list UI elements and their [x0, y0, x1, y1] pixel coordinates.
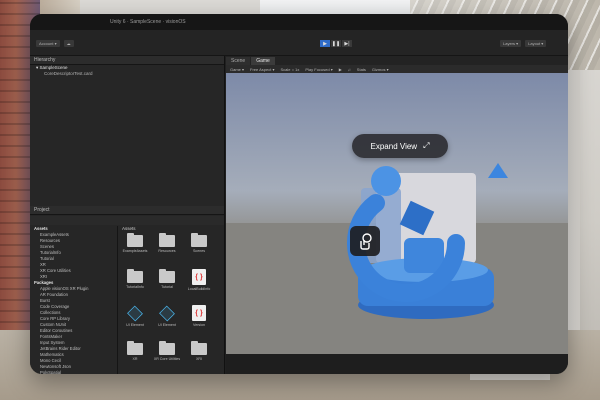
folder-icon: [127, 233, 143, 247]
asset-item[interactable]: XR: [122, 340, 148, 370]
asset-label: ExampleAssets: [122, 249, 148, 253]
unity-editor-window[interactable]: Unity 6 · SampleScene · visionOS Account…: [30, 14, 568, 374]
pause-button[interactable]: ❚❚: [331, 40, 341, 47]
asset-item[interactable]: Scenes: [186, 232, 212, 262]
editor-footer: [226, 354, 568, 374]
layers-dropdown[interactable]: Layers ▾: [500, 40, 522, 47]
hierarchy-row-label: SampleScene: [39, 65, 68, 70]
asset-label: Resources: [158, 249, 176, 253]
asset-grid-breadcrumb: Assets: [122, 226, 136, 231]
asset-item[interactable]: { } Version: [186, 304, 212, 334]
game-toolbar-control[interactable]: Gizmos ▾: [372, 67, 389, 72]
json-file-icon: { }: [192, 269, 206, 285]
tab-game[interactable]: Game: [251, 57, 275, 65]
asset-item[interactable]: Resources: [154, 232, 180, 262]
asset-item[interactable]: Tutorial: [154, 268, 180, 298]
cloud-icon[interactable]: ☁: [63, 40, 74, 47]
game-view-viewport[interactable]: [226, 73, 568, 354]
asset-item[interactable]: ExampleAssets: [122, 232, 148, 262]
layout-dropdown[interactable]: Layout ▾: [525, 40, 547, 47]
expand-view-label: Expand View: [370, 141, 418, 151]
game-toolbar-control[interactable]: ▶: [339, 67, 342, 72]
game-view-toolbar: Game ▾ Free Aspect ▾ Scale ○ 1x Play Focuse…: [226, 65, 568, 73]
game-toolbar-control[interactable]: Play Focused ▾: [305, 67, 332, 72]
asset-item[interactable]: UI Element: [154, 304, 180, 334]
pointer-hand-icon: [360, 233, 372, 250]
toolbar-left-group: Account ▾ ☁: [36, 40, 74, 47]
step-button[interactable]: ▶|: [342, 40, 352, 47]
folder-icon: [159, 233, 175, 247]
asset-label: Version: [193, 323, 205, 327]
project-tree-item[interactable]: PolySpatial: [30, 370, 117, 374]
window-title: Unity 6 · SampleScene · visionOS: [110, 19, 186, 25]
game-toolbar-control[interactable]: Game ▾: [230, 67, 244, 72]
folder-icon: [159, 269, 175, 283]
asset-item[interactable]: { } LocalBuildInfo: [186, 268, 212, 298]
hierarchy-row[interactable]: CoreDescriptorTest.card: [30, 71, 224, 77]
project-header[interactable]: Project: [30, 206, 224, 215]
game-toolbar-control[interactable]: Scale ○ 1x: [280, 67, 299, 72]
play-controls: ▶ ❚❚ ▶|: [320, 40, 352, 47]
folder-icon: [127, 341, 143, 355]
asset-label: UI Element: [126, 323, 144, 327]
hover-hand-badge[interactable]: [350, 226, 380, 256]
asset-item[interactable]: XRI: [186, 340, 212, 370]
project-panel[interactable]: Project Assets ExampleAssets Resources Scen…: [30, 206, 225, 374]
play-icon: ▶: [323, 40, 327, 47]
game-toolbar-control[interactable]: Free Aspect ▾: [250, 67, 274, 72]
hierarchy-panel[interactable]: Hierarchy ▾ SampleScene CoreDescriptorTe…: [30, 56, 225, 206]
toolbar-right-group: Layers ▾ Layout ▾: [500, 40, 547, 47]
sphere-shape: [371, 166, 401, 196]
game-toolbar-control[interactable]: Stats: [357, 67, 366, 72]
project-title: Project: [34, 207, 50, 213]
asset-item[interactable]: XR Core Utilities: [154, 340, 180, 370]
asset-label: LocalBuildInfo: [187, 287, 211, 291]
project-toolbar: [30, 216, 224, 225]
title-bar[interactable]: Unity 6 · SampleScene · visionOS: [30, 14, 568, 30]
asset-label: XRI: [196, 357, 202, 361]
hierarchy-header[interactable]: Hierarchy: [30, 56, 224, 65]
pause-icon: ❚❚: [331, 40, 341, 47]
folder-icon: [191, 233, 207, 247]
asset-label: Scenes: [193, 249, 205, 253]
play-button[interactable]: ▶: [320, 40, 330, 47]
pedestal-shape: [404, 238, 444, 273]
step-icon: ▶|: [344, 40, 350, 47]
asset-item[interactable]: TutorialInfo: [122, 268, 148, 298]
project-tree[interactable]: Assets ExampleAssets Resources Scenes Tutori…: [30, 226, 118, 374]
folder-icon: [127, 269, 143, 283]
scene-render: [226, 163, 568, 354]
asset-item[interactable]: UI Element: [122, 304, 148, 334]
prefab-cube-icon: [159, 305, 175, 322]
hierarchy-title: Hierarchy: [34, 57, 56, 63]
asset-label: Tutorial: [161, 285, 173, 289]
tab-scene[interactable]: Scene: [226, 57, 251, 65]
asset-grid[interactable]: ExampleAssets Resources Scenes TutorialInfo…: [122, 232, 222, 372]
folder-icon: [191, 341, 207, 355]
cone-shape: [488, 163, 508, 178]
asset-label: XR: [132, 357, 138, 361]
prefab-cube-icon: [127, 305, 143, 322]
game-toolbar-control[interactable]: ♫: [348, 67, 351, 72]
asset-label: XR Core Utilities: [153, 357, 181, 361]
expand-arrows-icon: ⤢: [423, 141, 430, 150]
asset-label: UI Element: [158, 323, 176, 327]
asset-label: TutorialInfo: [126, 285, 144, 289]
expand-view-button[interactable]: Expand View ⤢: [352, 134, 448, 158]
view-tabs: Scene Game: [226, 56, 568, 65]
main-toolbar: Account ▾ ☁ Layers ▾ Layout ▾ ▶ ❚❚ ▶|: [30, 30, 568, 56]
folder-icon: [159, 341, 175, 355]
hierarchy-row-label: CoreDescriptorTest.card: [44, 71, 93, 76]
json-file-icon: { }: [192, 305, 206, 321]
account-dropdown[interactable]: Account ▾: [36, 40, 60, 47]
